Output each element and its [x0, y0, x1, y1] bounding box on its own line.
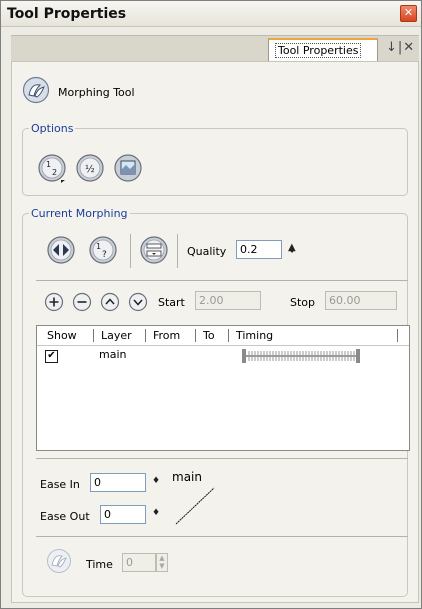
toolbar-separator: [130, 234, 131, 268]
stop-input[interactable]: [325, 291, 397, 310]
options-group: Options 1 2 ½: [22, 122, 408, 196]
ease-curve-label: main: [172, 470, 202, 484]
tool-name: Morphing Tool: [58, 86, 135, 99]
tab-tool-properties[interactable]: Tool Properties: [268, 38, 378, 62]
morph-view-icon[interactable]: [113, 153, 143, 183]
ease-in-stepper[interactable]: ♦: [152, 476, 160, 486]
quality-input[interactable]: [236, 240, 282, 259]
title-bar[interactable]: Tool Properties ✕: [1, 1, 421, 27]
chevron-down-icon[interactable]: [128, 292, 148, 312]
ease-out-input[interactable]: [100, 505, 146, 524]
section-divider: [36, 458, 408, 459]
quality-label: Quality: [187, 245, 227, 258]
tab-strip: Tool Properties ↓|✕: [11, 35, 419, 62]
quality-stepper-glyph: ♦: [288, 246, 297, 256]
hint-order-icon[interactable]: 1 ?: [88, 235, 118, 265]
section-divider: [36, 280, 408, 281]
layer-name: main: [99, 348, 127, 361]
column-header-from[interactable]: From: [153, 329, 180, 342]
section-divider: [36, 536, 408, 537]
create-morph-icon[interactable]: [46, 235, 76, 265]
column-header-to[interactable]: To: [203, 329, 215, 342]
ease-curve-graph[interactable]: [174, 486, 216, 526]
timing-bar[interactable]: [242, 348, 360, 364]
ease-out-label: Ease Out: [40, 510, 90, 523]
svg-text:1: 1: [46, 160, 51, 169]
tool-properties-window: Tool Properties ✕ Tool Properties ↓|✕ Mo…: [0, 0, 422, 609]
chevron-up-icon[interactable]: [100, 292, 120, 312]
plus-icon[interactable]: [44, 292, 64, 312]
options-legend: Options: [31, 122, 74, 135]
svg-text:½: ½: [85, 163, 95, 175]
detach-icon[interactable]: |✕: [398, 40, 415, 55]
column-header-timing[interactable]: Timing: [236, 329, 273, 342]
toolbar-separator: [177, 234, 178, 268]
morph-hint-icon[interactable]: ½: [75, 153, 105, 183]
current-morphing-legend: Current Morphing: [31, 207, 128, 220]
svg-text:2: 2: [52, 168, 57, 177]
time-stepper[interactable]: ▲ ▼: [156, 553, 168, 572]
convert-morph-icon[interactable]: [139, 235, 169, 265]
properties-panel: Morphing Tool Options 1 2 ½ Current Morp…: [11, 61, 419, 603]
ease-in-label: Ease In: [40, 478, 80, 491]
window-title: Tool Properties: [7, 6, 127, 22]
minus-icon[interactable]: [72, 292, 92, 312]
morph-order-icon[interactable]: 1 2: [37, 153, 67, 183]
time-input[interactable]: [122, 553, 156, 572]
svg-text:?: ?: [102, 250, 107, 260]
ease-in-input[interactable]: [90, 473, 146, 492]
close-icon[interactable]: ✕: [400, 5, 417, 22]
column-header-show[interactable]: Show: [47, 329, 77, 342]
time-morph-icon[interactable]: [46, 548, 72, 574]
table-header: Show Layer From To Timing: [37, 326, 409, 346]
morphing-tool-icon: [22, 76, 50, 104]
column-header-layer[interactable]: Layer: [101, 329, 132, 342]
svg-text:1: 1: [96, 242, 101, 251]
tab-controls: ↓|✕: [386, 40, 415, 55]
morph-layer-table: Show Layer From To Timing ✔ main: [36, 325, 410, 451]
tab-label: Tool Properties: [275, 43, 362, 58]
start-input[interactable]: [195, 291, 261, 310]
start-label: Start: [158, 296, 185, 309]
show-checkbox[interactable]: ✔: [45, 350, 58, 363]
time-label: Time: [86, 558, 113, 571]
pin-icon[interactable]: ↓: [386, 40, 398, 55]
ease-out-stepper[interactable]: ♦: [152, 508, 160, 518]
stop-label: Stop: [290, 296, 316, 309]
